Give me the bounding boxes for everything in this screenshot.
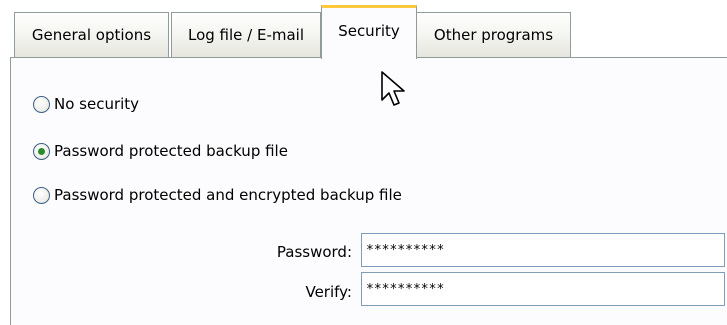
password-protected-label: Password protected backup file (54, 142, 288, 160)
option-password-protected[interactable]: Password protected backup file (33, 140, 288, 162)
password-encrypted-radio[interactable] (33, 186, 50, 204)
tab-strip: General options Log file / E-mail Securi… (0, 0, 727, 59)
tab-log-file-email-label: Log file / E-mail (187, 26, 305, 44)
security-panel: No security Password protected backup fi… (10, 57, 727, 325)
no-security-label: No security (54, 95, 140, 113)
option-no-security[interactable]: No security (33, 93, 139, 115)
options-dialog: General options Log file / E-mail Securi… (0, 0, 727, 325)
tab-security-label: Security (338, 21, 400, 40)
tab-general-options-label: General options (31, 26, 152, 44)
password-protected-radio[interactable] (33, 142, 50, 160)
verify-label: Verify: (305, 283, 352, 301)
tab-security[interactable]: Security (321, 5, 417, 59)
password-field[interactable] (361, 233, 725, 267)
tab-log-file-email[interactable]: Log file / E-mail (171, 12, 321, 57)
tab-general-options[interactable]: General options (14, 12, 169, 57)
tab-other-programs[interactable]: Other programs (416, 12, 571, 57)
no-security-radio[interactable] (33, 95, 50, 113)
verify-password-field[interactable] (361, 272, 725, 306)
password-label: Password: (276, 243, 352, 261)
tab-other-programs-label: Other programs (433, 26, 554, 44)
password-encrypted-label: Password protected and encrypted backup … (54, 186, 402, 204)
option-password-encrypted[interactable]: Password protected and encrypted backup … (33, 184, 402, 206)
arrow-cursor-icon (381, 71, 405, 106)
